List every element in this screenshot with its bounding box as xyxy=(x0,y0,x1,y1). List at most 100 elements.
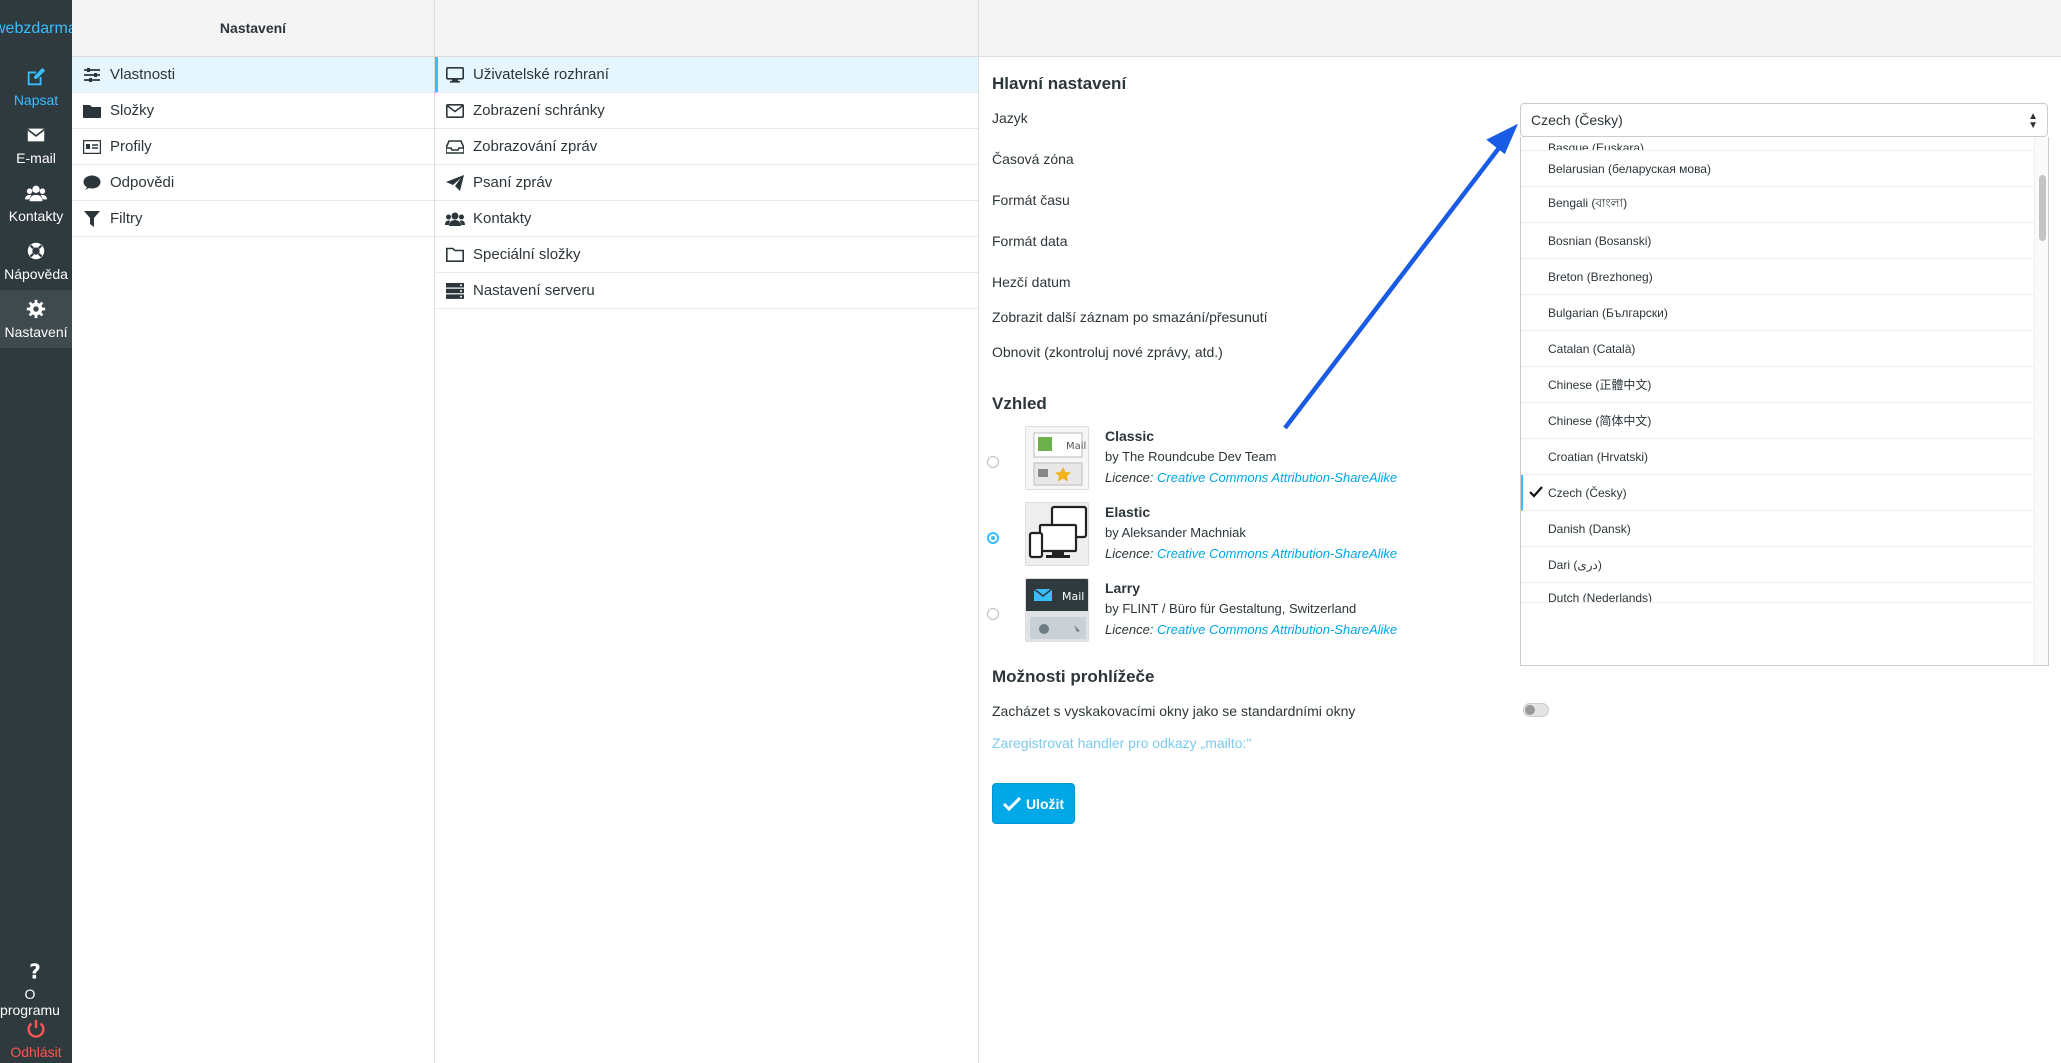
language-option-label: Catalan (Català) xyxy=(1548,341,1636,356)
language-option[interactable]: Danish (Dansk) xyxy=(1521,511,2036,547)
skin-elastic-licence-link[interactable]: Creative Commons Attribution-ShareAlike xyxy=(1157,546,1397,561)
settings-sections-column: Nastavení Vlastnosti Složky Profily Odpo… xyxy=(72,0,435,1063)
timezone-label: Časová zóna xyxy=(992,151,1074,167)
logo-part1: web xyxy=(0,20,24,37)
question-icon: ? xyxy=(29,960,41,982)
pref-item-server-settings[interactable]: Nastavení serveru xyxy=(435,273,978,309)
settings-header: Nastavení xyxy=(72,0,434,57)
dropdown-scrollbar[interactable] xyxy=(2034,137,2048,665)
pref-item-user-interface[interactable]: Uživatelské rozhraní xyxy=(435,57,978,93)
refresh-label: Obnovit (zkontroluj nové zprávy, atd.) xyxy=(992,344,1223,360)
language-option[interactable]: Bengali (বাংলা) xyxy=(1521,187,2036,223)
language-option[interactable]: Bosnian (Bosanski) xyxy=(1521,223,2036,259)
language-option[interactable]: Breton (Brezhoneg) xyxy=(1521,259,2036,295)
settings-button[interactable]: Nastavení xyxy=(0,290,72,348)
pref-item-label: Speciální složky xyxy=(473,246,581,263)
language-option-label: Basque (Euskara) xyxy=(1548,141,1645,151)
logout-button[interactable]: Odhlásit xyxy=(0,1018,72,1060)
popup-windows-toggle[interactable] xyxy=(1523,703,1549,717)
contacts-label: Kontakty xyxy=(8,208,64,224)
pref-item-special-folders[interactable]: Speciální složky xyxy=(435,237,978,273)
language-option[interactable]: Dari (دری) xyxy=(1521,547,2036,583)
language-option-label: Bulgarian (Български) xyxy=(1548,305,1668,320)
save-label: Uložit xyxy=(1025,795,1065,812)
paper-plane-icon xyxy=(445,174,465,191)
language-option[interactable]: Catalan (Català) xyxy=(1521,331,2036,367)
pref-item-composing[interactable]: Psaní zpráv xyxy=(435,165,978,201)
checkmark-icon xyxy=(1529,486,1543,498)
section-item-preferences[interactable]: Vlastnosti xyxy=(72,57,434,93)
section-item-folders[interactable]: Složky xyxy=(72,93,434,129)
left-rail: webzdarma Napsat E-mail Kontakty Nápověd… xyxy=(0,0,77,1063)
section-item-responses[interactable]: Odpovědi xyxy=(72,165,434,201)
logout-label: Odhlásit xyxy=(10,1044,62,1060)
language-option-label: Croatian (Hrvatski) xyxy=(1548,449,1649,464)
sliders-icon xyxy=(82,67,102,83)
about-label: O programu xyxy=(0,986,60,1018)
language-label: Jazyk xyxy=(992,110,1028,126)
classic-thumb-text: Mail xyxy=(1066,441,1086,452)
compose-icon xyxy=(27,67,46,86)
language-option-label: Chinese (正體中文) xyxy=(1548,378,1652,392)
language-dropdown-list: Basque (Euskara) Belarusian (беларуская … xyxy=(1520,137,2049,666)
compose-button[interactable]: Napsat xyxy=(0,66,72,108)
language-select[interactable]: Czech (Česky) ▲ ▼ xyxy=(1520,103,2048,137)
time-format-label: Formát času xyxy=(992,192,1070,208)
envelope-outline-icon xyxy=(445,103,465,119)
section-item-identities[interactable]: Profily xyxy=(72,129,434,165)
skin-larry-radio[interactable] xyxy=(987,608,999,620)
language-option-label: Bosnian (Bosanski) xyxy=(1548,233,1652,248)
language-option-label: Bengali (বাংলা) xyxy=(1548,195,1628,210)
language-option[interactable]: Croatian (Hrvatski) xyxy=(1521,439,2036,475)
skin-classic-radio[interactable] xyxy=(987,456,999,468)
display-next-label: Zobrazit další záznam po smazání/přesunu… xyxy=(992,309,1268,325)
select-arrows-icon: ▲ ▼ xyxy=(2028,111,2038,131)
logo: webzdarma xyxy=(0,20,77,38)
scrollbar-thumb[interactable] xyxy=(2039,175,2046,241)
about-button[interactable]: ? O programu xyxy=(0,960,66,1018)
help-label: Nápověda xyxy=(4,266,68,282)
mailto-handler-link[interactable]: Zaregistrovat handler pro odkazy „mailto… xyxy=(992,735,1251,751)
save-button[interactable]: Uložit xyxy=(992,783,1075,824)
language-option[interactable]: Basque (Euskara) xyxy=(1521,137,2036,151)
pref-item-label: Zobrazení schránky xyxy=(473,102,605,119)
language-option[interactable]: Dutch (Nederlands) xyxy=(1521,583,2036,603)
pref-item-contacts[interactable]: Kontakty xyxy=(435,201,978,237)
skin-elastic-licence: Licence: Creative Commons Attribution-Sh… xyxy=(1105,546,1397,561)
skin-classic-licence-link[interactable]: Creative Commons Attribution-ShareAlike xyxy=(1157,470,1397,485)
language-option[interactable]: Belarusian (беларуская мова) xyxy=(1521,151,2036,187)
main-settings-title: Hlavní nastavení xyxy=(992,74,1127,93)
preferences-sections-column: Uživatelské rozhraní Zobrazení schránky … xyxy=(435,0,979,1063)
users-icon xyxy=(445,211,465,227)
language-option-selected[interactable]: Czech (Česky) xyxy=(1521,475,2036,511)
browser-options-title: Možnosti prohlížeče xyxy=(992,667,1155,686)
check-icon xyxy=(1002,796,1021,811)
inbox-icon xyxy=(445,139,465,155)
skin-larry: Mail Larry by FLINT / Büro für Gestaltun… xyxy=(979,578,1519,648)
pref-item-mailbox-view[interactable]: Zobrazení schránky xyxy=(435,93,978,129)
pref-item-label: Psaní zpráv xyxy=(473,174,553,191)
skin-elastic-radio[interactable] xyxy=(987,532,999,544)
contacts-button[interactable]: Kontakty xyxy=(0,182,72,224)
skin-larry-licence-link[interactable]: Creative Commons Attribution-ShareAlike xyxy=(1157,622,1397,637)
language-option[interactable]: Chinese (简体中文) xyxy=(1521,403,2036,439)
skin-classic-author: by The Roundcube Dev Team xyxy=(1105,449,1277,464)
licence-label: Licence: xyxy=(1105,470,1154,485)
settings-label: Nastavení xyxy=(4,324,68,340)
language-option-label: Chinese (简体中文) xyxy=(1548,414,1652,428)
licence-label: Licence: xyxy=(1105,546,1154,561)
language-select-value: Czech (Česky) xyxy=(1531,112,1623,128)
section-item-filters[interactable]: Filtry xyxy=(72,201,434,237)
language-option[interactable]: Bulgarian (Български) xyxy=(1521,295,2036,331)
skin-classic-licence: Licence: Creative Commons Attribution-Sh… xyxy=(1105,470,1397,485)
date-format-label: Formát data xyxy=(992,233,1068,249)
help-button[interactable]: Nápověda xyxy=(0,240,72,282)
mail-button[interactable]: E-mail xyxy=(0,124,72,166)
power-icon xyxy=(27,1019,45,1038)
users-icon xyxy=(25,185,47,202)
mail-label: E-mail xyxy=(16,150,56,166)
section-item-label: Vlastnosti xyxy=(110,66,176,83)
pref-item-message-display[interactable]: Zobrazování zpráv xyxy=(435,129,978,165)
pref-item-label: Zobrazování zpráv xyxy=(473,138,598,155)
language-option[interactable]: Chinese (正體中文) xyxy=(1521,367,2036,403)
